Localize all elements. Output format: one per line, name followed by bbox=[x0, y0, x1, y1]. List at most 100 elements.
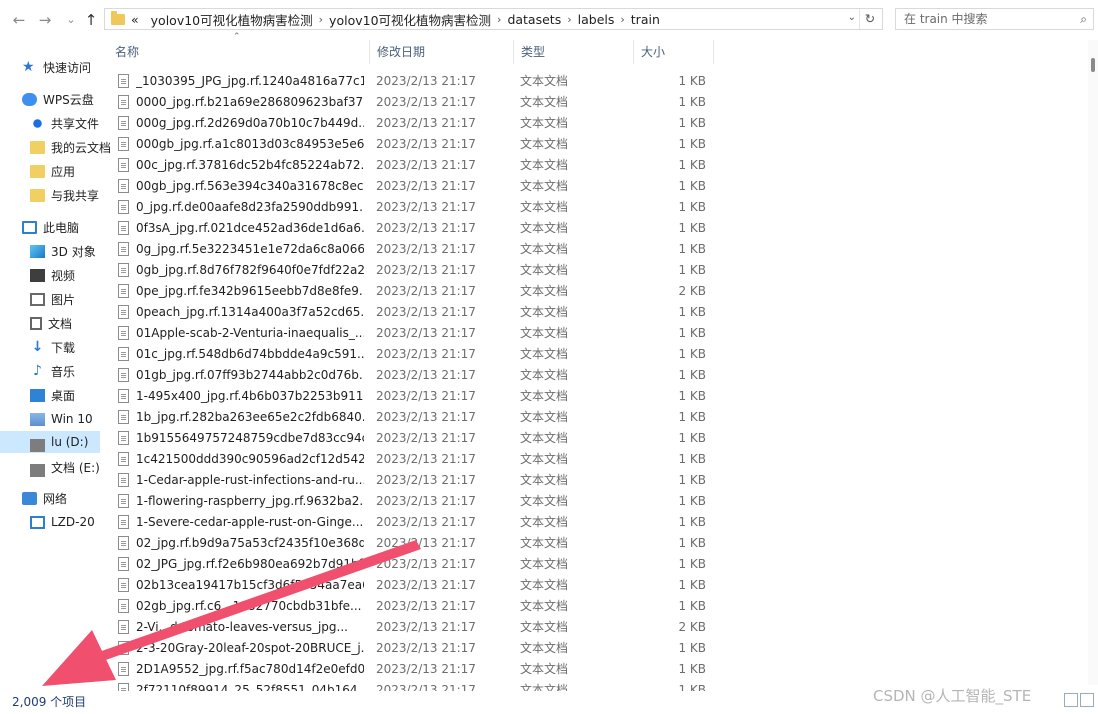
file-row[interactable]: 2D1A9552_jpg.rf.f5ac780d14f2e0efd0... 202… bbox=[108, 659, 728, 680]
text-file-icon bbox=[118, 305, 129, 319]
file-row[interactable]: 00c_jpg.rf.37816dc52b4fc85224ab72... 2023… bbox=[108, 155, 728, 176]
file-row[interactable]: 1-495x400_jpg.rf.4b6b037b2253b911... 2023… bbox=[108, 386, 728, 407]
file-type: 文本文档 bbox=[520, 557, 569, 571]
file-size: 1 KB bbox=[678, 263, 706, 277]
file-row[interactable]: 01gb_jpg.rf.07ff93b2744abb2c0d76b... 2023… bbox=[108, 365, 728, 386]
file-date-modified: 2023/2/13 21:17 bbox=[376, 326, 476, 340]
file-row[interactable]: 02_JPG_jpg.rf.f2e6b980ea692b7d91bf... 202… bbox=[108, 554, 728, 575]
file-type: 文本文档 bbox=[520, 242, 569, 256]
path-overflow[interactable]: « bbox=[129, 12, 145, 27]
file-date-modified: 2023/2/13 21:17 bbox=[376, 389, 476, 403]
file-type: 文本文档 bbox=[520, 347, 569, 361]
column-header-type[interactable]: 类型 bbox=[514, 40, 634, 64]
path-segment[interactable]: yolov10可视化植物病害检测 bbox=[145, 10, 319, 29]
sidebar-item-this-pc[interactable]: 此电脑 bbox=[22, 216, 122, 238]
file-row[interactable]: 1b_jpg.rf.282ba263ee65e2c2fdb6840... 2023… bbox=[108, 407, 728, 428]
column-header-name[interactable]: 名称 bbox=[108, 40, 370, 64]
file-row[interactable]: 0_jpg.rf.de00aafe8d23fa2590ddb991... 2023… bbox=[108, 197, 728, 218]
file-size: 2 KB bbox=[678, 284, 706, 298]
file-row[interactable]: 01c_jpg.rf.548db6d74bbdde4a9c591... 2023/… bbox=[108, 344, 728, 365]
scrollbar-thumb[interactable] bbox=[1091, 58, 1095, 72]
file-date-modified: 2023/2/13 21:17 bbox=[376, 305, 476, 319]
file-row[interactable]: 1b9155649757248759cdbe7d83cc94c... 2023/2… bbox=[108, 428, 728, 449]
file-row[interactable]: 00gb_jpg.rf.563e394c340a31678c8ec... 2023… bbox=[108, 176, 728, 197]
back-button[interactable]: ← bbox=[8, 8, 30, 32]
sidebar-item-network[interactable]: 网络 bbox=[22, 487, 122, 509]
file-row[interactable]: 02gb_jpg.rf.c6...1982770cbdb31bfe... 2023… bbox=[108, 596, 728, 617]
up-button[interactable]: ↑ bbox=[80, 8, 102, 32]
file-row[interactable]: 000gb_jpg.rf.a1c8013d03c84953e5e6... 2023… bbox=[108, 134, 728, 155]
file-row[interactable]: 02b13cea19417b15cf3d6f5354aa7ea6... 2023/… bbox=[108, 575, 728, 596]
path-segment[interactable]: yolov10可视化植物病害检测 bbox=[323, 10, 497, 29]
text-file-icon bbox=[118, 599, 129, 613]
path-segment[interactable]: train bbox=[625, 12, 666, 27]
address-bar: ← → ⌄ ↑ « yolov10可视化植物病害检测 › yolov10可视化植… bbox=[0, 0, 1098, 40]
file-row[interactable]: 2-Vi...d-tomato-leaves-versus_jpg... 2023… bbox=[108, 617, 728, 638]
column-header-date-modified[interactable]: 修改日期 bbox=[370, 40, 514, 64]
text-file-icon bbox=[118, 326, 129, 340]
file-type: 文本文档 bbox=[520, 494, 569, 508]
file-date-modified: 2023/2/13 21:17 bbox=[376, 410, 476, 424]
file-row[interactable]: 02_jpg.rf.b9d9a75a53cf2435f10e368d... 202… bbox=[108, 533, 728, 554]
text-file-icon bbox=[118, 410, 129, 424]
file-name: 02b13cea19417b15cf3d6f5354aa7ea6... bbox=[136, 578, 364, 592]
sidebar-item-wps-cloud[interactable]: WPS云盘 bbox=[22, 88, 122, 110]
forward-button[interactable]: → bbox=[34, 8, 56, 32]
sidebar-item-quick-access[interactable]: ★ 快速访问 bbox=[22, 56, 122, 78]
file-row[interactable]: 1-Cedar-apple-rust-infections-and-ru... 2… bbox=[108, 470, 728, 491]
text-file-icon bbox=[118, 641, 129, 655]
column-header-size[interactable]: 大小 bbox=[634, 40, 714, 64]
file-size: 1 KB bbox=[678, 179, 706, 193]
file-date-modified: 2023/2/13 21:17 bbox=[376, 179, 476, 193]
file-row[interactable]: 0gb_jpg.rf.8d76f782f9640f0e7fdf22a2... 20… bbox=[108, 260, 728, 281]
search-placeholder: 在 train 中搜索 bbox=[904, 12, 988, 26]
file-name: 0f3sA_jpg.rf.021dce452ad36de1d6a6... bbox=[136, 221, 364, 235]
file-name: 01Apple-scab-2-Venturia-inaequalis_... bbox=[136, 326, 364, 340]
file-row[interactable]: 0pe_jpg.rf.fe342b9615eebb7d8e8fe9... 2023… bbox=[108, 281, 728, 302]
path-segment[interactable]: labels bbox=[572, 12, 621, 27]
text-file-icon bbox=[118, 179, 129, 193]
file-row[interactable]: 2-3-20Gray-20leaf-20spot-20BRUCE_j... 202… bbox=[108, 638, 728, 659]
file-row[interactable]: 0f3sA_jpg.rf.021dce452ad36de1d6a6... 2023… bbox=[108, 218, 728, 239]
file-size: 1 KB bbox=[678, 683, 706, 691]
file-row[interactable]: _1030395_JPG_jpg.rf.1240a4816a77c1... 202… bbox=[108, 71, 728, 92]
file-row[interactable]: 1-flowering-raspberry_jpg.rf.9632ba2... 2… bbox=[108, 491, 728, 512]
file-row[interactable]: 1-Severe-cedar-apple-rust-on-Ginge... 202… bbox=[108, 512, 728, 533]
details-view-icon[interactable] bbox=[1064, 693, 1078, 707]
file-row[interactable]: 01Apple-scab-2-Venturia-inaequalis_... 20… bbox=[108, 323, 728, 344]
search-input[interactable]: 在 train 中搜索 ⌕ bbox=[895, 8, 1094, 30]
refresh-icon[interactable]: ↻ bbox=[859, 9, 880, 29]
file-row[interactable]: 2f72110f89914_25_52f8551_04b164... 2023/2… bbox=[108, 680, 728, 691]
item-count: 2,009 个项目 bbox=[12, 695, 87, 709]
path-segment[interactable]: datasets bbox=[501, 12, 567, 27]
file-row[interactable]: 0g_jpg.rf.5e3223451e1e72da6c8a066... 2023… bbox=[108, 239, 728, 260]
file-date-modified: 2023/2/13 21:17 bbox=[376, 242, 476, 256]
file-type: 文本文档 bbox=[520, 536, 569, 550]
file-row[interactable]: 0000_jpg.rf.b21a69e286809623baf37... 2023… bbox=[108, 92, 728, 113]
file-row[interactable]: 000g_jpg.rf.2d269d0a70b10c7b449d... 2023/… bbox=[108, 113, 728, 134]
file-row[interactable]: 1c421500ddd390c90596ad2cf12d542... 2023/2… bbox=[108, 449, 728, 470]
file-name: 0pe_jpg.rf.fe342b9615eebb7d8e8fe9... bbox=[136, 284, 364, 298]
address-path[interactable]: « yolov10可视化植物病害检测 › yolov10可视化植物病害检测 › … bbox=[104, 8, 883, 30]
text-file-icon bbox=[118, 473, 129, 487]
network-icon bbox=[22, 491, 37, 505]
address-dropdown-icon[interactable]: ⌄ bbox=[848, 12, 856, 23]
large-icons-view-icon[interactable] bbox=[1080, 693, 1094, 707]
file-row[interactable]: 0peach_jpg.rf.1314a400a3f7a52cd65... 2023… bbox=[108, 302, 728, 323]
search-icon[interactable]: ⌕ bbox=[1080, 9, 1087, 29]
vertical-scrollbar[interactable] bbox=[1088, 40, 1098, 685]
sidebar-item-drive-d[interactable]: lu (D:) bbox=[0, 431, 100, 453]
file-size: 1 KB bbox=[678, 74, 706, 88]
sidebar-item-label: 应用 bbox=[51, 164, 76, 179]
file-name: 0000_jpg.rf.b21a69e286809623baf37... bbox=[136, 95, 364, 109]
file-name: 1-Cedar-apple-rust-infections-and-ru... bbox=[136, 473, 364, 487]
3d-objects-icon bbox=[30, 244, 45, 258]
file-type: 文本文档 bbox=[520, 431, 569, 445]
sidebar-item-label: 与我共享 bbox=[51, 188, 100, 203]
file-type: 文本文档 bbox=[520, 599, 569, 613]
file-name: 2D1A9552_jpg.rf.f5ac780d14f2e0efd0... bbox=[136, 662, 364, 676]
documents-icon bbox=[30, 316, 42, 330]
recent-locations-button[interactable]: ⌄ bbox=[60, 8, 82, 32]
file-size: 1 KB bbox=[678, 536, 706, 550]
file-size: 1 KB bbox=[678, 389, 706, 403]
